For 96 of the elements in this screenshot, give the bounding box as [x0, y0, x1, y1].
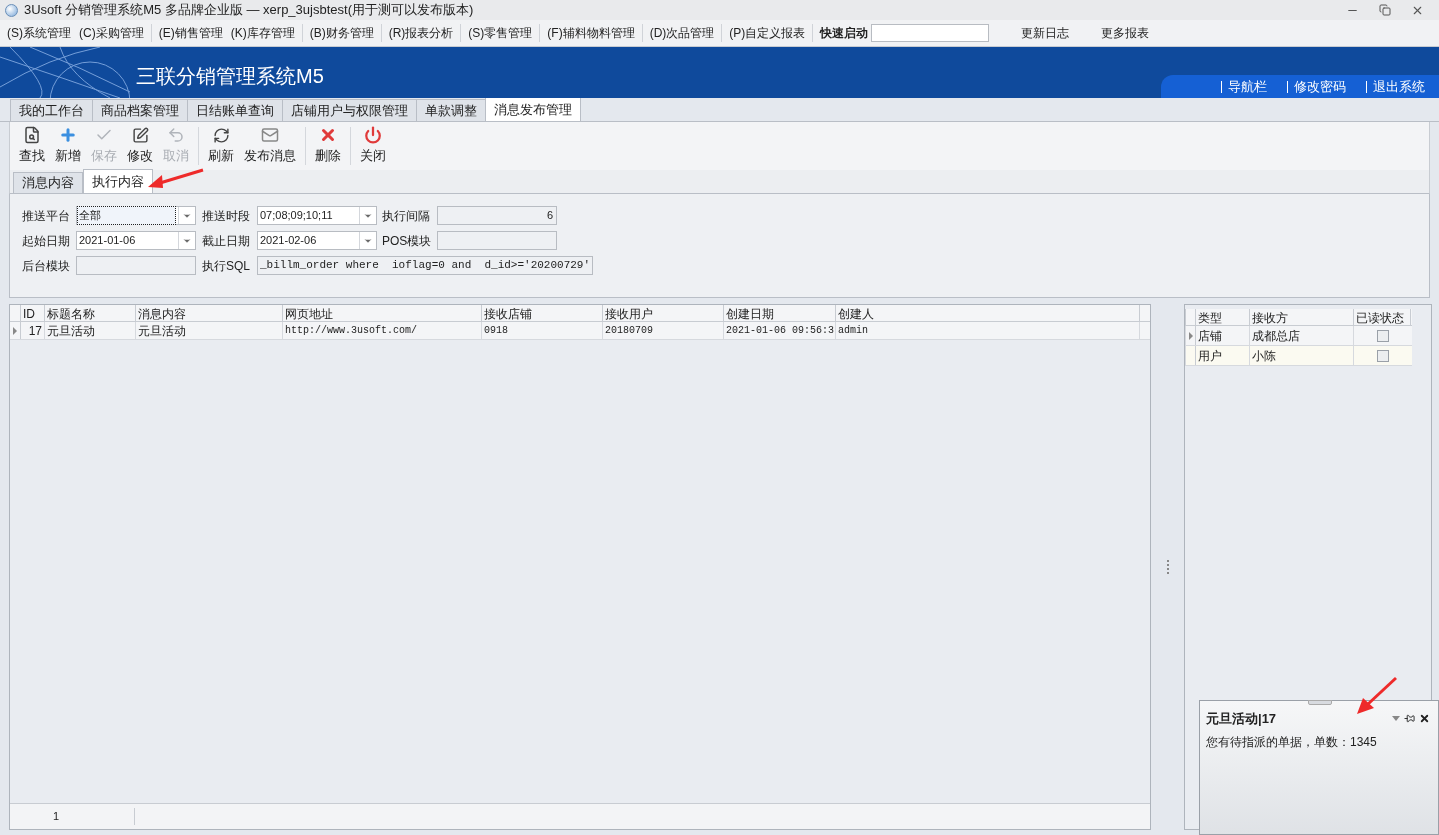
toolbar-button[interactable]: 查找 — [14, 126, 50, 166]
menu-link[interactable]: 更新日志 — [1005, 24, 1086, 42]
toolbar-button[interactable]: 发布消息 — [239, 126, 301, 166]
quick-launch-field[interactable] — [871, 24, 990, 42]
field-label: POS模块 — [381, 232, 433, 250]
field-label: 执行SQL — [201, 257, 251, 275]
column-header[interactable]: 接收店铺 — [482, 305, 603, 321]
menu-item[interactable]: (C)采购管理 — [75, 24, 148, 42]
undo-icon — [167, 126, 185, 145]
menu-item[interactable]: (K)库存管理 — [226, 24, 299, 42]
tab[interactable]: 店铺用户与权限管理 — [282, 99, 417, 121]
menu-link[interactable]: 更多报表 — [1085, 24, 1166, 42]
tab[interactable]: 消息内容 — [13, 172, 83, 193]
dropdown-field[interactable]: 2021-02-06 — [257, 231, 377, 250]
menu-item[interactable]: (S)系统管理 — [3, 24, 75, 42]
column-header[interactable]: 已读状态 — [1354, 309, 1411, 325]
tab[interactable]: 日结账单查询 — [187, 99, 283, 121]
dropdown-field[interactable]: 2021-01-06 — [76, 231, 196, 250]
mail-icon — [261, 126, 279, 145]
menu-item[interactable]: (E)销售管理 — [154, 24, 227, 42]
dropdown-field[interactable]: 07;08;09;10;11 — [257, 206, 377, 225]
row-pointer-icon — [13, 326, 17, 335]
dropdown-icon[interactable] — [1392, 716, 1400, 722]
menu-item[interactable]: (P)自定义报表 — [725, 24, 810, 42]
column-header[interactable]: 标题名称 — [45, 305, 136, 321]
quick-launch-label: 快速启动 — [820, 25, 869, 42]
window-title: 3Usoft 分销管理系统M5 多品牌企业版 — xerp_3ujsbtest(用于测可以发布版本) — [24, 1, 474, 20]
popup-title: 元旦活动|17 — [1206, 710, 1277, 728]
field-label: 截止日期 — [201, 232, 251, 250]
column-header[interactable]: 消息内容 — [136, 305, 283, 321]
field-label: 推送平台 — [21, 207, 71, 225]
plus-icon — [59, 126, 77, 145]
grip-handle-icon[interactable] — [1308, 700, 1332, 705]
field-label: 推送时段 — [201, 207, 251, 225]
input-field[interactable]: 6 — [437, 206, 557, 225]
annotation-arrow — [1355, 676, 1397, 716]
input-field[interactable] — [437, 231, 557, 250]
checkbox[interactable] — [1376, 329, 1389, 342]
pin-icon[interactable] — [1404, 713, 1415, 725]
field-label: 后台模块 — [21, 257, 71, 275]
toolbar-button[interactable]: 删除 — [310, 126, 346, 166]
search-icon — [23, 126, 41, 145]
table-cell: 成都总店 — [1250, 326, 1354, 345]
column-header[interactable]: 创建人 — [836, 305, 1140, 321]
restore-icon[interactable] — [1379, 3, 1391, 16]
table-cell: 0918 — [482, 322, 603, 339]
column-header[interactable]: ID — [21, 305, 45, 321]
toolbar-button[interactable]: 修改 — [122, 126, 158, 166]
dropdown-field[interactable]: 全部 — [76, 206, 196, 225]
banner-link[interactable]: 修改密码 — [1294, 76, 1356, 97]
toolbar-button[interactable]: 关闭 — [355, 126, 391, 166]
close-icon[interactable] — [1419, 713, 1430, 725]
tab[interactable]: 执行内容 — [83, 169, 153, 193]
toolbar-button[interactable]: 刷新 — [203, 126, 239, 166]
table-cell: 2021-01-06 09:56:3 — [724, 322, 836, 339]
annotation-arrow — [146, 168, 204, 190]
table-cell: 元旦活动 — [136, 322, 283, 339]
table-cell: 用户 — [1196, 346, 1250, 365]
column-header[interactable]: 创建日期 — [724, 305, 836, 321]
banner-title: 三联分销管理系统M5 — [136, 64, 324, 89]
banner-link[interactable]: 退出系统 — [1373, 76, 1435, 97]
table-cell: 元旦活动 — [45, 322, 136, 339]
column-header[interactable]: 接收方 — [1250, 309, 1354, 325]
column-header[interactable]: 接收用户 — [603, 305, 724, 321]
refresh-icon — [212, 126, 230, 144]
checkbox[interactable] — [1376, 349, 1389, 362]
column-header[interactable]: 类型 — [1196, 309, 1250, 325]
input-field[interactable]: _billm_order where ioflag=0 and d_id>='20200729' — [257, 256, 594, 275]
banner-link[interactable]: 导航栏 — [1228, 76, 1277, 97]
tab[interactable]: 单款调整 — [416, 99, 486, 121]
table-cell: http://www.3usoft.com/ — [283, 322, 482, 339]
menu-item[interactable]: (R)报表分析 — [384, 24, 458, 42]
table-cell: 17 — [21, 322, 45, 339]
menu-item[interactable]: (S)零售管理 — [464, 24, 537, 42]
menu-item[interactable]: (B)财务管理 — [305, 24, 378, 42]
tab[interactable]: 消息发布管理 — [485, 97, 581, 121]
table-cell: 店铺 — [1196, 326, 1250, 345]
splitter-handle-icon[interactable] — [1166, 560, 1169, 574]
menu-item[interactable]: (F)辅料物料管理 — [543, 24, 639, 42]
app-icon — [5, 3, 18, 17]
popup-message: 您有待指派的单据，单数：1345 — [1206, 733, 1378, 751]
toolbar-button[interactable]: 新增 — [50, 126, 86, 166]
tab[interactable]: 我的工作台 — [10, 99, 93, 121]
field-label: 起始日期 — [21, 232, 71, 250]
footer-count: 1 — [10, 808, 135, 825]
row-pointer-icon — [1188, 331, 1193, 340]
table-cell: 20180709 — [603, 322, 724, 339]
menu-item[interactable]: (D)次品管理 — [645, 24, 719, 42]
edit-icon — [131, 126, 149, 144]
field-label: 执行间隔 — [381, 207, 431, 225]
table-cell: admin — [836, 322, 1140, 339]
column-header[interactable]: 网页地址 — [283, 305, 482, 321]
table-cell: 小陈 — [1250, 346, 1354, 365]
power-icon — [364, 126, 382, 145]
input-field[interactable] — [76, 256, 196, 275]
tab[interactable]: 商品档案管理 — [92, 99, 188, 121]
